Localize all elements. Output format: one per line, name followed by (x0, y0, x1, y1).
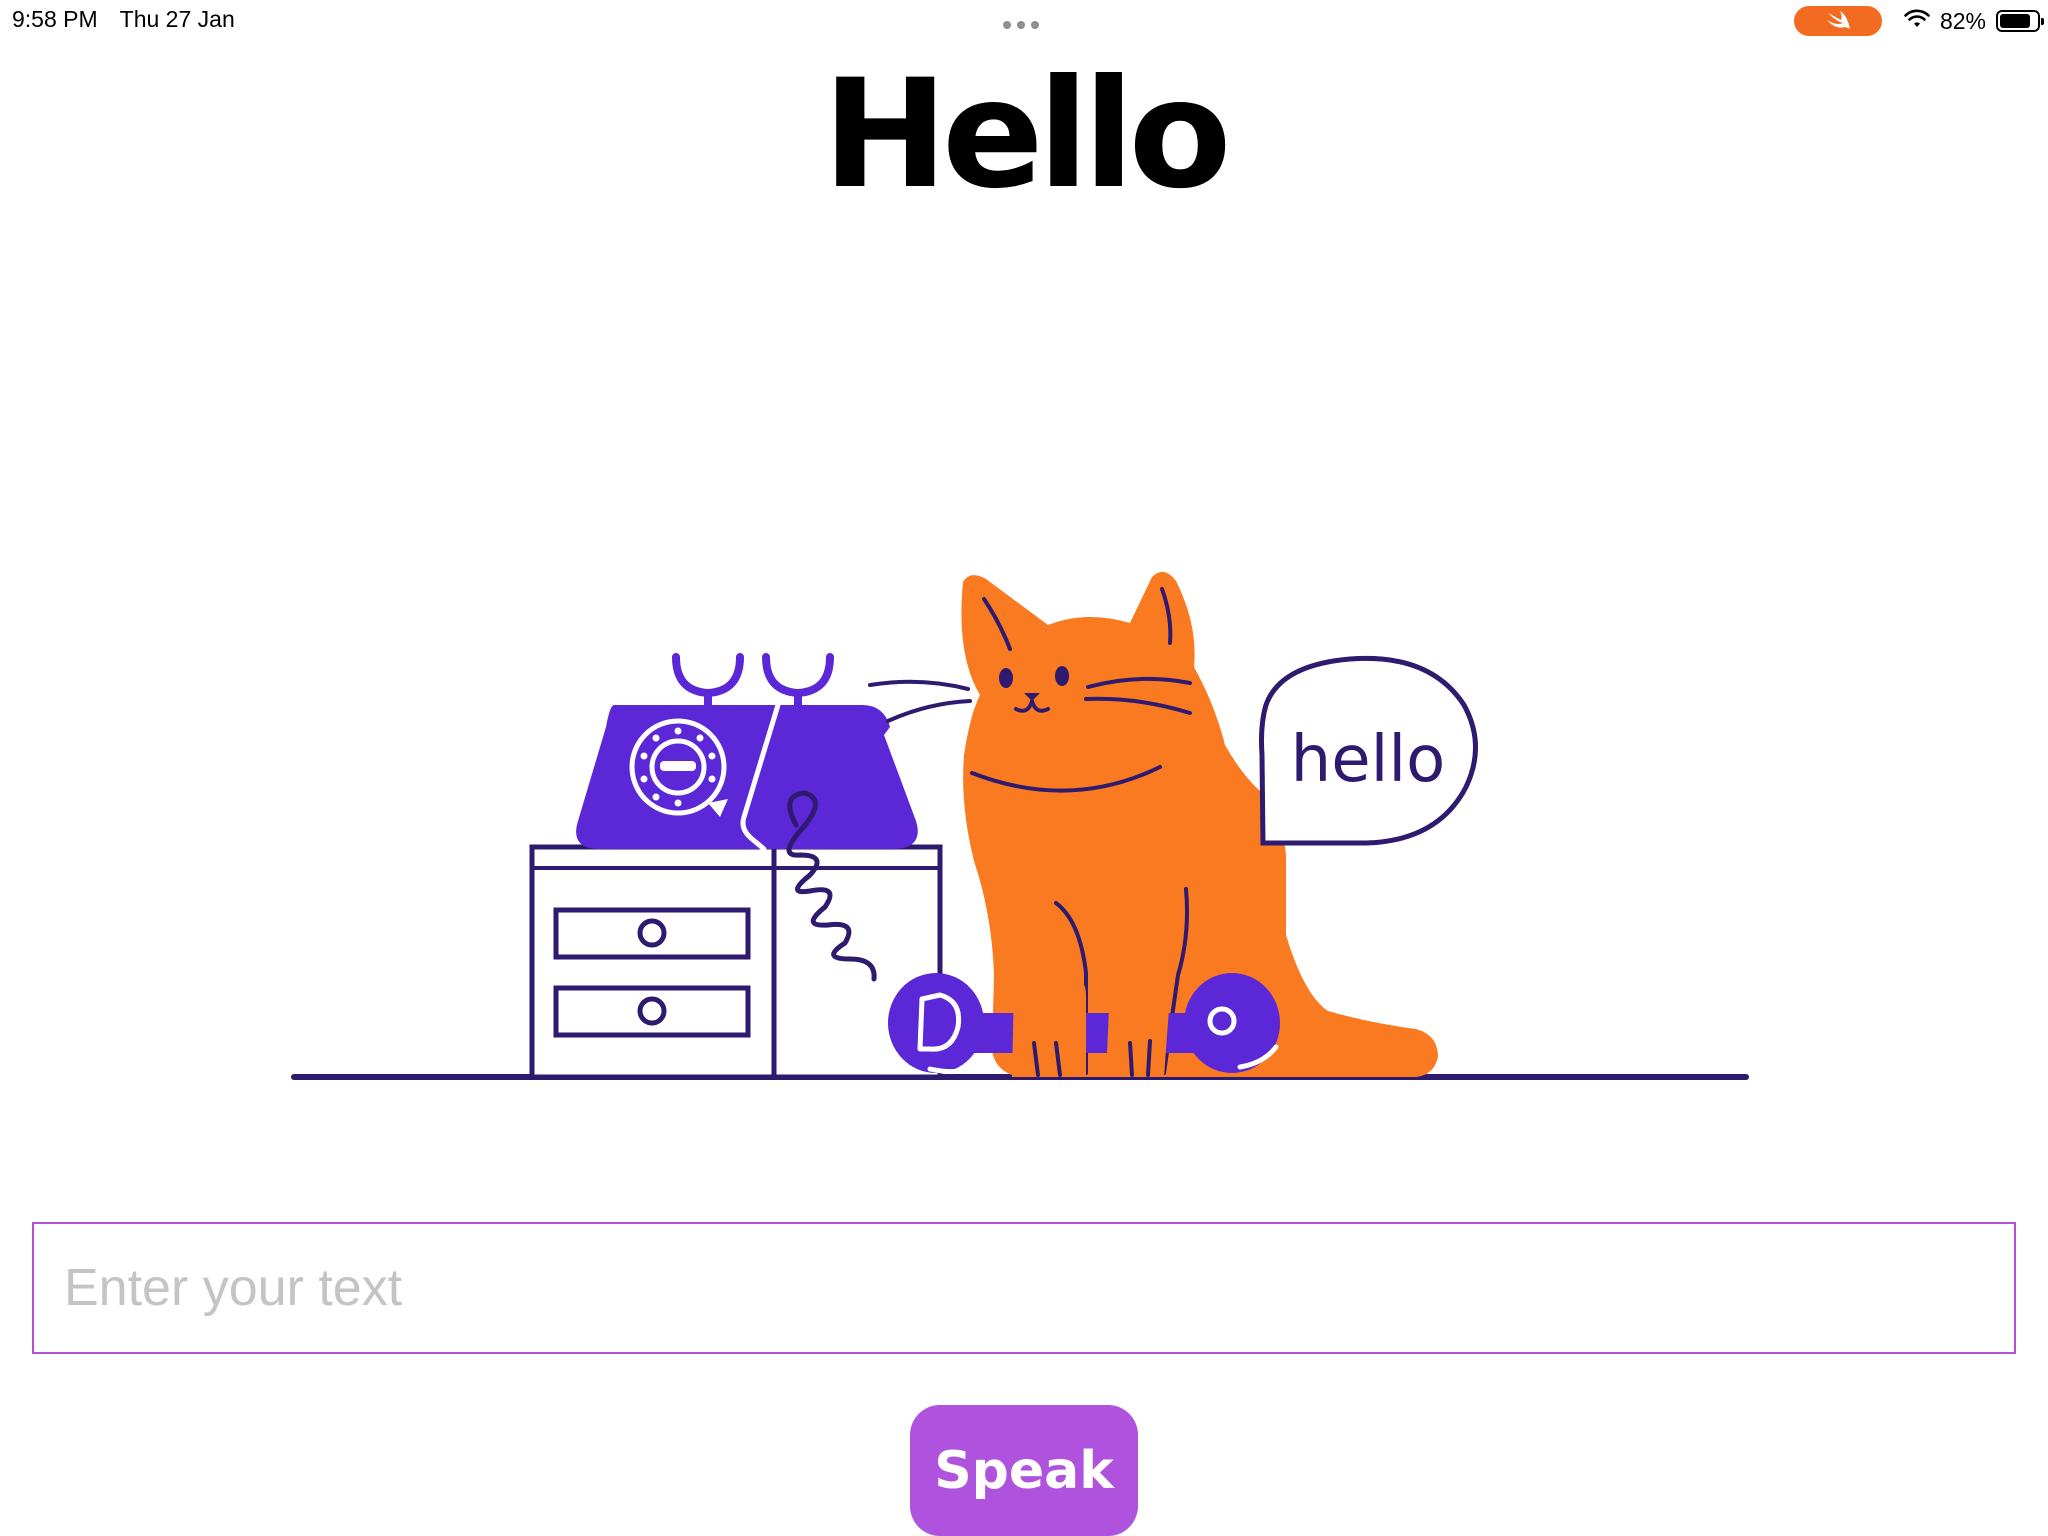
multitasking-handle-icon[interactable] (1003, 21, 1039, 29)
battery-level (2000, 14, 2030, 28)
swift-playgrounds-icon (1793, 6, 1882, 36)
status-date: Thu 27 Jan (119, 6, 235, 32)
status-right: 82% (1793, 6, 2044, 36)
speech-bubble-text: hello (1291, 723, 1446, 797)
telephone-body (576, 653, 918, 852)
speech-bubble: hello (1259, 655, 1478, 846)
battery-icon (1996, 10, 2044, 32)
page-title: Hello (822, 48, 1231, 222)
cabinet (529, 844, 943, 1080)
status-bar: 9:58 PM Thu 27 Jan 82% (0, 0, 2048, 40)
text-input-field[interactable] (32, 1222, 2016, 1354)
app-screen: 9:58 PM Thu 27 Jan 82% Hello hello Enter… (0, 0, 2048, 1536)
battery-percent: 82% (1939, 7, 1986, 34)
text-input[interactable] (34, 1224, 2014, 1352)
status-time: 9:58 PM (12, 6, 98, 32)
cat-telephone-illustration: hello (280, 555, 1760, 1095)
wifi-icon (1904, 8, 1930, 35)
status-left: 9:58 PM Thu 27 Jan (12, 6, 235, 33)
speak-button[interactable]: Speak (910, 1405, 1138, 1536)
